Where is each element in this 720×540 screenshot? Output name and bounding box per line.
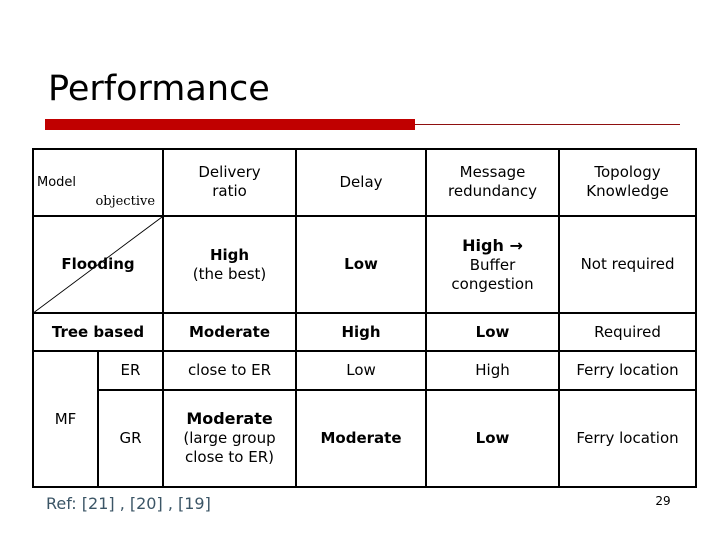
row-flooding-dr-sub: (the best) (192, 264, 267, 283)
header-cell-topology-knowledge: Topology Knowledge (558, 148, 698, 217)
row-gr-dr-sub2: close to ER) (185, 448, 274, 467)
row-flooding-mr-main: High → (462, 235, 523, 255)
row-tree-based-model: Tree based (31, 312, 165, 353)
row-er-message-redundancy: High (425, 350, 561, 391)
row-tree-based-message-redundancy: Low (425, 312, 561, 353)
table-row: MF ER close to ER Low High Ferry locatio… (32, 350, 698, 488)
row-tree-based-delivery-ratio: Moderate (162, 312, 298, 353)
header-message-redundancy-line1: Message (459, 163, 526, 182)
row-flooding-mr-sub1: Buffer (469, 255, 516, 274)
page-number: 29 (655, 494, 671, 508)
row-flooding-model: Flooding (31, 214, 165, 315)
performance-table: Model objective Delivery ratio Delay Mes… (31, 148, 698, 489)
row-flooding-message-redundancy: High → Buffer congestion (425, 214, 561, 315)
row-gr-topology-knowledge: Ferry location (558, 388, 698, 489)
reference-footnote: Ref: [21] , [20] , [19] (46, 494, 211, 513)
table-row: Tree based Moderate High Low Required (31, 312, 698, 353)
row-flooding-mr-sub2: congestion (451, 274, 534, 293)
header-message-redundancy-line2: redundancy (448, 182, 537, 201)
row-gr-dr-main: Moderate (186, 409, 273, 429)
header-objective-label: objective (95, 193, 156, 209)
table-row: GR Moderate (large group close to ER) Mo… (33, 388, 698, 489)
row-er-delivery-ratio: close to ER (162, 350, 298, 391)
header-delivery-ratio-line2: ratio (212, 182, 247, 201)
row-flooding-dr-main: High (209, 245, 250, 264)
row-gr-sub-label: GR (96, 388, 165, 489)
header-cell-delay: Delay (295, 148, 428, 217)
row-flooding-topology-knowledge: Not required (558, 214, 698, 315)
header-delay-line1: Delay (339, 172, 383, 191)
header-cell-delivery-ratio: Delivery ratio (162, 148, 298, 217)
row-tree-based-topology-knowledge: Required (558, 312, 698, 353)
row-gr-delay: Moderate (295, 388, 428, 489)
header-cell-message-redundancy: Message redundancy (425, 148, 561, 217)
table-header-row: Model objective Delivery ratio Delay Mes… (31, 148, 698, 217)
row-gr-dr-sub1: (large group (183, 429, 276, 448)
header-topology-line2: Knowledge (586, 182, 669, 201)
row-er-delay: Low (295, 350, 428, 391)
table-row: Flooding High (the best) Low High → Buff… (31, 214, 698, 315)
row-mf-model-label: MF (32, 350, 99, 488)
row-er-topology-knowledge: Ferry location (558, 350, 698, 391)
header-delivery-ratio-line1: Delivery (198, 163, 261, 182)
row-er-sub-label: ER (96, 350, 165, 391)
header-cell-model: Model objective (31, 148, 165, 217)
row-tree-based-delay: High (295, 312, 428, 353)
page-title: Performance (48, 69, 270, 109)
header-model-label: Model (37, 174, 77, 190)
row-flooding-delay: Low (295, 214, 428, 315)
row-gr-delivery-ratio: Moderate (large group close to ER) (162, 388, 298, 489)
row-flooding-delivery-ratio: High (the best) (162, 214, 298, 315)
row-gr-message-redundancy: Low (425, 388, 561, 489)
row-flooding-model-label: Flooding (61, 255, 135, 274)
slide-canvas: Performance Model objective Delivery rat… (0, 0, 720, 540)
header-topology-line1: Topology (594, 163, 661, 182)
performance-table-wrapper: Model objective Delivery ratio Delay Mes… (31, 148, 698, 489)
title-underline-accent (45, 119, 415, 130)
